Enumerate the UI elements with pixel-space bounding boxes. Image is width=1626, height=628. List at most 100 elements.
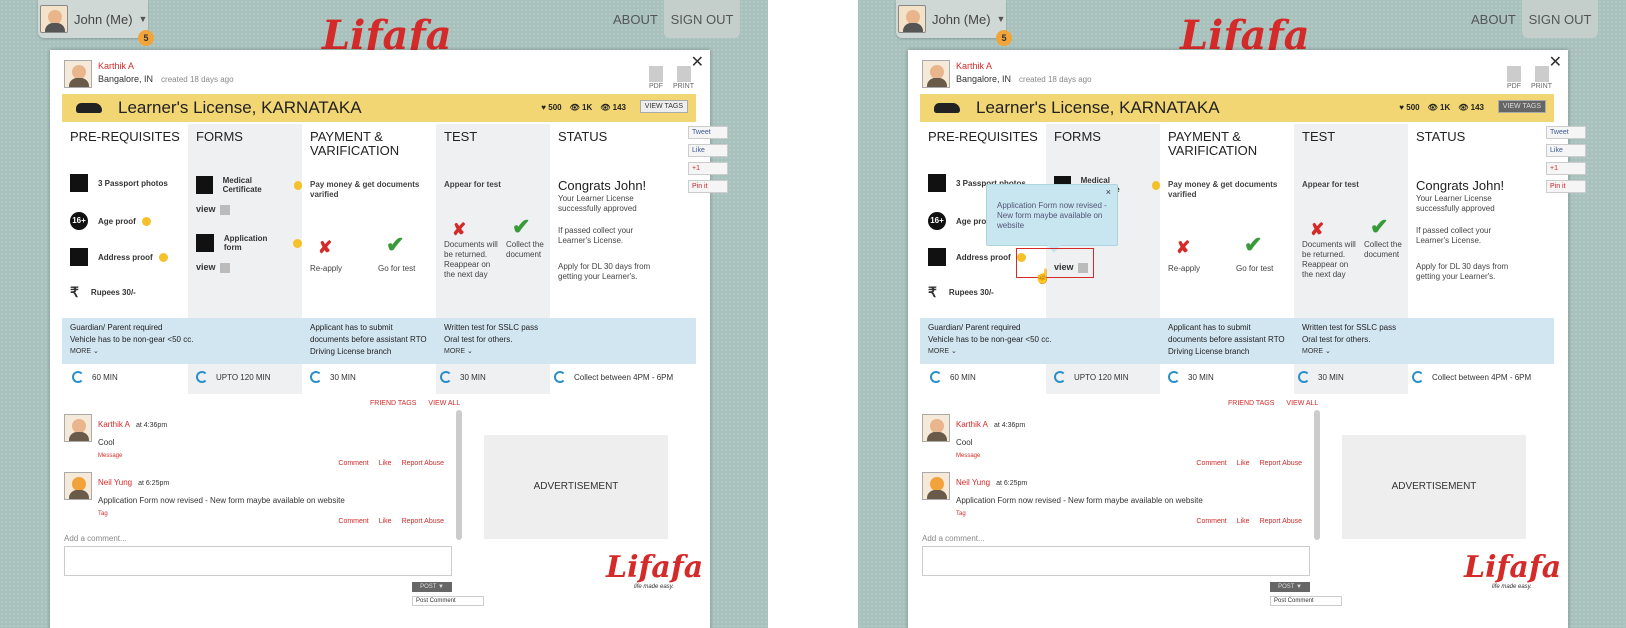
- comment-tag[interactable]: Message: [956, 453, 1025, 459]
- post-comment-option[interactable]: Post Comment: [1270, 596, 1342, 606]
- like-link[interactable]: Like: [1237, 460, 1250, 467]
- time-status: Collect between 4PM - 6PM: [1412, 371, 1531, 383]
- comment-time: at 6:25pm: [138, 480, 170, 487]
- info-icon[interactable]: [293, 238, 302, 248]
- comment-text: Cool: [956, 438, 973, 447]
- like-link[interactable]: Like: [1237, 518, 1250, 525]
- author-name[interactable]: Karthik A: [956, 60, 1092, 73]
- info-icon[interactable]: [293, 180, 302, 190]
- view-medical-link[interactable]: view: [196, 204, 230, 215]
- about-link[interactable]: ABOUT: [1471, 12, 1516, 27]
- post-comment-option[interactable]: Post Comment: [412, 596, 484, 606]
- commenter-name[interactable]: Karthik A: [956, 420, 988, 429]
- about-link[interactable]: ABOUT: [613, 12, 658, 27]
- plus-icon: [219, 262, 230, 273]
- tweet-button[interactable]: Tweet: [688, 126, 728, 139]
- comment-link[interactable]: Comment: [1196, 518, 1226, 525]
- time-prereq: 60 MIN: [930, 371, 976, 383]
- commenter-avatar[interactable]: [922, 414, 950, 442]
- go-for-test-label[interactable]: Go for test: [378, 264, 415, 274]
- red-x-icon: ✘: [452, 220, 467, 239]
- more-link[interactable]: MORE ⌄: [928, 346, 1051, 358]
- advertisement[interactable]: ADVERTISEMENT: [484, 435, 668, 539]
- report-abuse-link[interactable]: Report Abuse: [1260, 518, 1302, 525]
- commenter-name[interactable]: Karthik A: [98, 420, 130, 429]
- user-menu[interactable]: John (Me) ▼ 5: [896, 0, 1012, 46]
- pinterest-button[interactable]: Pin it: [1546, 180, 1586, 193]
- notification-badge[interactable]: 5: [996, 30, 1012, 46]
- sign-out-button[interactable]: SIGN OUT: [664, 0, 740, 38]
- report-abuse-link[interactable]: Report Abuse: [402, 460, 444, 467]
- friend-tags-link[interactable]: FRIEND TAGS: [370, 400, 416, 407]
- more-link[interactable]: MORE ⌄: [70, 346, 193, 358]
- view-all-link[interactable]: VIEW ALL: [428, 400, 460, 407]
- status-line3: Apply for DL 30 days from getting your L…: [1416, 262, 1509, 281]
- like-link[interactable]: Like: [379, 518, 392, 525]
- advertisement[interactable]: ADVERTISEMENT: [1342, 435, 1526, 539]
- author-avatar[interactable]: [64, 60, 92, 88]
- comments-scrollbar[interactable]: [456, 410, 462, 540]
- print-button[interactable]: PRINT: [1531, 66, 1552, 90]
- time-test: 30 MIN: [440, 371, 486, 383]
- info-icon[interactable]: [158, 252, 168, 262]
- commenter-avatar[interactable]: [64, 414, 92, 442]
- print-button[interactable]: PRINT: [673, 66, 694, 90]
- pdf-button[interactable]: PDF: [1507, 66, 1521, 90]
- author-name[interactable]: Karthik A: [98, 60, 234, 73]
- view-all-link[interactable]: VIEW ALL: [1286, 400, 1318, 407]
- comment-input[interactable]: [64, 546, 452, 576]
- comments-scrollbar[interactable]: [1314, 410, 1320, 540]
- reapply-label[interactable]: Re-apply: [1168, 264, 1200, 274]
- notification-badge[interactable]: 5: [138, 30, 154, 46]
- time-forms: UPTO 120 MIN: [196, 371, 271, 383]
- report-abuse-link[interactable]: Report Abuse: [402, 518, 444, 525]
- more-link[interactable]: MORE ⌄: [1302, 346, 1396, 358]
- go-for-test-label[interactable]: Go for test: [1236, 264, 1273, 274]
- commenter-avatar[interactable]: [922, 472, 950, 500]
- timer-icon: [1298, 371, 1310, 383]
- google-plus-button[interactable]: +1: [688, 162, 728, 175]
- like-link[interactable]: Like: [379, 460, 392, 467]
- pdf-button[interactable]: PDF: [649, 66, 663, 90]
- more-link[interactable]: MORE ⌄: [444, 346, 538, 358]
- info-icon[interactable]: [1151, 180, 1160, 190]
- friend-tags-link[interactable]: FRIEND TAGS: [1228, 400, 1274, 407]
- add-comment-label: Add a comment...: [64, 534, 127, 543]
- comment-link[interactable]: Comment: [338, 518, 368, 525]
- comment-text: Application Form now revised - New form …: [956, 496, 1203, 505]
- user-menu[interactable]: John (Me) ▼ 5: [38, 0, 154, 46]
- report-abuse-link[interactable]: Report Abuse: [1260, 460, 1302, 467]
- view-tags-button[interactable]: VIEW TAGS: [1497, 100, 1546, 113]
- commenter-name[interactable]: Neil Yung: [98, 478, 132, 487]
- status-line1: Your Learner License successfully approv…: [558, 194, 637, 213]
- comment-link[interactable]: Comment: [338, 460, 368, 467]
- title-banner: Learner's License, KARNATAKA ♥ 500 👁 1K …: [62, 94, 696, 122]
- commenter-avatar[interactable]: [64, 472, 92, 500]
- info-icon[interactable]: [141, 216, 151, 226]
- tweet-button[interactable]: Tweet: [1546, 126, 1586, 139]
- post-button[interactable]: POST ▼: [1270, 582, 1310, 592]
- user-avatar: [40, 5, 68, 33]
- tooltip-close-icon[interactable]: ×: [1106, 187, 1111, 197]
- commenter-name[interactable]: Neil Yung: [956, 478, 990, 487]
- google-plus-button[interactable]: +1: [1546, 162, 1586, 175]
- house-icon: [928, 248, 946, 266]
- chevron-down-icon: ▼: [996, 14, 1006, 24]
- post-button[interactable]: POST ▼: [412, 582, 452, 592]
- author-avatar[interactable]: [922, 60, 950, 88]
- facebook-like-button[interactable]: Like: [1546, 144, 1586, 157]
- comment-input[interactable]: [922, 546, 1310, 576]
- logo-tagline: life made easy.: [634, 584, 674, 590]
- forms-heading: FORMS: [1054, 129, 1101, 144]
- view-application-link[interactable]: view: [196, 262, 230, 273]
- comment-link[interactable]: Comment: [1196, 460, 1226, 467]
- pinterest-button[interactable]: Pin it: [688, 180, 728, 193]
- comment-tag[interactable]: Tag: [956, 511, 1203, 517]
- comment-tag[interactable]: Message: [98, 453, 167, 459]
- reapply-label[interactable]: Re-apply: [310, 264, 342, 274]
- comment-tag[interactable]: Tag: [98, 511, 345, 517]
- view-tags-button[interactable]: VIEW TAGS: [639, 100, 688, 113]
- user-name: John (Me): [932, 11, 991, 27]
- sign-out-button[interactable]: SIGN OUT: [1522, 0, 1598, 38]
- facebook-like-button[interactable]: Like: [688, 144, 728, 157]
